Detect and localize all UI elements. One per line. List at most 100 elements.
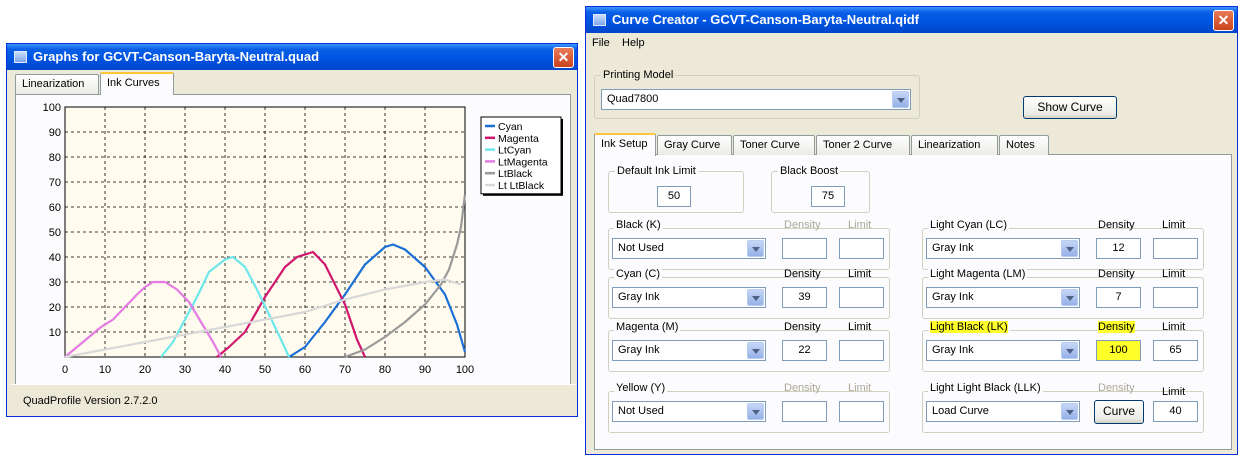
limit-header-m: Limit [848, 321, 872, 333]
density-field-lm[interactable]: 7 [1096, 287, 1141, 308]
tab-ink-curves[interactable]: Ink Curves [100, 72, 174, 95]
density-header-text-m: Density [784, 321, 821, 333]
ink-select-value-lm: Gray Ink [932, 291, 974, 303]
curve-titlebar[interactable]: Curve Creator - GCVT-Canson-Baryta-Neutr… [586, 7, 1237, 33]
legend-label: Cyan [498, 121, 523, 133]
chevron-down-icon[interactable] [747, 403, 764, 420]
ink-curves-chart: 0 10 20 30 40 50 60 70 80 90 100 10 20 30 40 50 60 70 80 90… [43, 102, 563, 376]
limit-field-llk[interactable]: 40 [1153, 401, 1198, 422]
ink-select-value-lc: Gray Ink [932, 242, 974, 254]
x-tick-label: 30 [179, 364, 191, 376]
ink-select-c[interactable]: Gray Ink [612, 287, 766, 308]
close-icon[interactable]: ✕ [553, 47, 574, 68]
menu-bar: File Help [586, 33, 1237, 55]
default-ink-limit-field[interactable]: 50 [657, 186, 691, 207]
ink-label-y: Yellow (Y) [614, 382, 668, 394]
close-icon[interactable]: ✕ [1213, 10, 1234, 31]
chevron-down-icon[interactable] [1061, 342, 1078, 359]
version-label: QuadProfile Version 2.7.2.0 [23, 395, 158, 407]
printing-model-select[interactable]: Quad7800 [601, 89, 911, 110]
ink-select-lk[interactable]: Gray Ink [926, 340, 1080, 361]
density-field-y[interactable] [782, 401, 827, 422]
chevron-down-icon[interactable] [747, 289, 764, 306]
y-tick-label: 40 [49, 252, 61, 264]
ink-label-m: Magenta (M) [614, 321, 681, 333]
x-tick-label: 100 [456, 364, 474, 376]
show-curve-button[interactable]: Show Curve [1023, 96, 1117, 119]
tab-notes[interactable]: Notes [999, 135, 1049, 155]
tab-linearization[interactable]: Linearization [15, 74, 99, 94]
density-header-m: Density [784, 321, 821, 333]
ink-label-lk: Light Black (LK) [928, 321, 1010, 333]
ink-select-k[interactable]: Not Used [612, 238, 766, 259]
ink-select-llk[interactable]: Load Curve [926, 401, 1080, 422]
limit-field-lc[interactable] [1153, 238, 1198, 259]
chevron-down-icon[interactable] [1061, 403, 1078, 420]
ink-label-text-llk: Light Light Black (LLK) [930, 382, 1041, 394]
graphs-window: Graphs for GCVT-Canson-Baryta-Neutral.qu… [6, 43, 578, 417]
ink-label-text-k: Black (K) [616, 219, 661, 231]
ink-select-value-llk: Load Curve [932, 405, 989, 417]
density-header-lk: Density [1098, 321, 1135, 333]
limit-field-m[interactable] [839, 340, 884, 361]
graphs-titlebar[interactable]: Graphs for GCVT-Canson-Baryta-Neutral.qu… [7, 44, 577, 70]
density-header-lm: Density [1098, 268, 1135, 280]
ink-select-lc[interactable]: Gray Ink [926, 238, 1080, 259]
ink-select-value-m: Gray Ink [618, 344, 660, 356]
menu-help[interactable]: Help [622, 37, 645, 49]
limit-header-llk: Limit [1162, 386, 1186, 398]
limit-field-lm[interactable] [1153, 287, 1198, 308]
density-field-c[interactable]: 39 [782, 287, 827, 308]
ink-select-y[interactable]: Not Used [612, 401, 766, 422]
graphs-window-title: Graphs for GCVT-Canson-Baryta-Neutral.qu… [33, 49, 320, 64]
ink-label-text-c: Cyan (C) [616, 268, 661, 280]
x-tick-label: 20 [139, 364, 151, 376]
density-field-k[interactable] [782, 238, 827, 259]
density-header-llk: Density [1098, 382, 1135, 394]
density-field-lc[interactable]: 12 [1096, 238, 1141, 259]
ink-select-lm[interactable]: Gray Ink [926, 287, 1080, 308]
tab-gray-curve[interactable]: Gray Curve [657, 135, 732, 155]
printing-model-label: Printing Model [601, 69, 676, 81]
curve-creator-window: Curve Creator - GCVT-Canson-Baryta-Neutr… [585, 6, 1238, 455]
chevron-down-icon[interactable] [1061, 289, 1078, 306]
density-header-text-lk: Density [1098, 321, 1135, 333]
tab-toner-curve[interactable]: Toner Curve [733, 135, 815, 155]
limit-header-lm: Limit [1162, 268, 1186, 280]
printing-model-group: Printing Model Quad7800 [594, 69, 920, 119]
limit-header-k: Limit [848, 219, 872, 231]
printing-model-value: Quad7800 [607, 93, 659, 105]
density-field-m[interactable]: 22 [782, 340, 827, 361]
ink-label-lm: Light Magenta (LM) [928, 268, 1028, 280]
black-boost-field[interactable]: 75 [811, 186, 845, 207]
tab-linearization[interactable]: Linearization [911, 135, 998, 155]
legend-label: Lt LtBlack [498, 180, 545, 192]
ink-select-m[interactable]: Gray Ink [612, 340, 766, 361]
density-field-lk[interactable]: 100 [1096, 340, 1141, 361]
menu-file[interactable]: File [592, 37, 610, 49]
density-header-text-y: Density [784, 382, 821, 394]
chevron-down-icon[interactable] [747, 342, 764, 359]
chevron-down-icon[interactable] [892, 91, 909, 108]
legend-label: LtBlack [498, 168, 533, 180]
ink-label-c: Cyan (C) [614, 268, 663, 280]
chevron-down-icon[interactable] [1061, 240, 1078, 257]
y-tick-label: 30 [49, 277, 61, 289]
limit-field-k[interactable] [839, 238, 884, 259]
chevron-down-icon[interactable] [747, 240, 764, 257]
legend-label: Magenta [498, 133, 539, 145]
ink-label-text-lc: Light Cyan (LC) [930, 219, 1008, 231]
limit-field-c[interactable] [839, 287, 884, 308]
load-curve-button[interactable]: Curve [1094, 400, 1144, 424]
black-boost-label: Black Boost [778, 165, 841, 177]
density-header-text-lc: Density [1098, 219, 1135, 231]
ink-label-text-m: Magenta (M) [616, 321, 679, 333]
y-tick-label: 70 [49, 177, 61, 189]
app-icon [593, 14, 606, 26]
density-header-lc: Density [1098, 219, 1135, 231]
y-tick-label: 50 [49, 227, 61, 239]
tab-toner-2-curve[interactable]: Toner 2 Curve [816, 135, 910, 155]
tab-ink-setup[interactable]: Ink Setup [594, 133, 656, 156]
limit-field-lk[interactable]: 65 [1153, 340, 1198, 361]
limit-field-y[interactable] [839, 401, 884, 422]
